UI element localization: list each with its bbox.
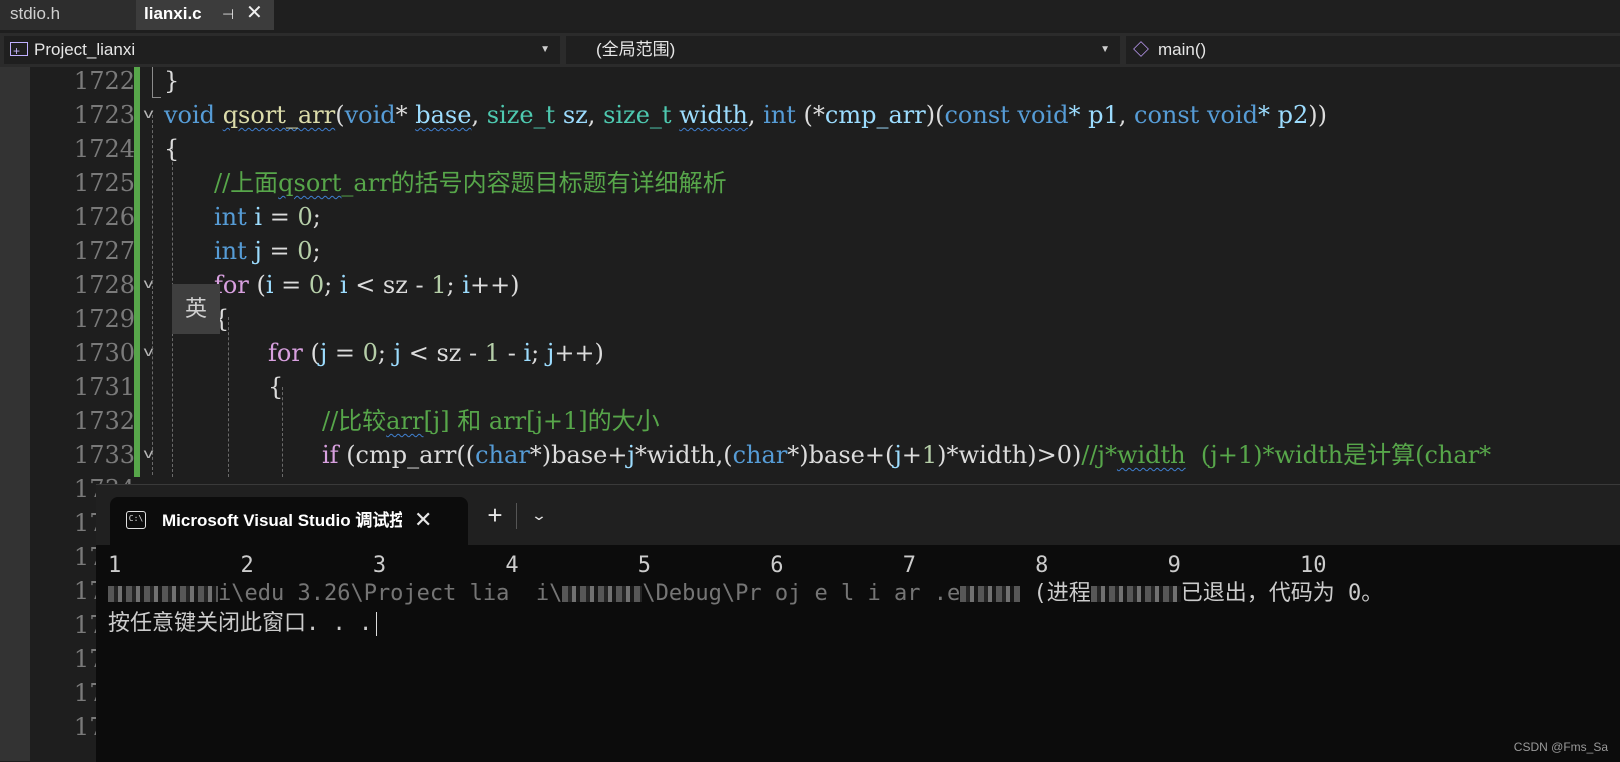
line-number: 1723 [73, 101, 135, 129]
tab-label: stdio.h [10, 4, 61, 23]
close-tab-icon[interactable]: ✕ [246, 0, 263, 27]
redacted-block [960, 586, 1021, 602]
console-output-line: 1 2 3 4 5 6 7 8 9 10 [108, 553, 1327, 578]
code-line-1722: } [164, 67, 180, 95]
debug-console-window[interactable]: C:\ Microsoft Visual Studio 调试控制台 ✕ + ⌄ … [96, 484, 1620, 762]
line-number: 1729 [73, 305, 135, 333]
code-line-1725: //上面qsort_arr的括号内容题目标题有详细解析 [214, 169, 727, 197]
project-dropdown[interactable]: Project_lianxi ▼ [4, 36, 560, 65]
chevron-down-icon[interactable]: ⌄ [518, 495, 560, 535]
chevron-down-icon: ▼ [1100, 44, 1110, 55]
pin-icon[interactable]: ⊣ [222, 0, 234, 28]
text-cursor [376, 612, 378, 636]
code-line-1733: if (cmp_arr((char*)base+j*width,(char*)b… [322, 441, 1492, 469]
line-number: 1722 [73, 67, 135, 95]
tab-label: lianxi.c [144, 4, 202, 23]
method-cube-icon [1133, 41, 1149, 57]
member-label: main() [1158, 40, 1207, 59]
code-line-1731: { [268, 373, 284, 401]
tab-lianxi-c[interactable]: lianxi.c ⊣ ✕ [136, 0, 274, 30]
line-number: 1727 [73, 237, 135, 265]
code-line-1730: for (j = 0; j < sz - 1 - i; j++) [268, 339, 604, 367]
redacted-block [1090, 586, 1181, 602]
terminal-tab-title: Microsoft Visual Studio 调试控制台 [162, 511, 402, 530]
scope-dropdown[interactable]: (全局范围) ▼ [566, 36, 1120, 64]
console-icon: C:\ [126, 511, 146, 529]
line-number: 1730 [73, 339, 135, 367]
navigation-bar: Project_lianxi ▼ (全局范围) ▼ main() [0, 33, 1620, 67]
redacted-block [108, 586, 218, 602]
code-line-1727: int j = 0; [214, 237, 321, 265]
new-tab-button[interactable]: + [480, 495, 510, 535]
ime-indicator: 英 [172, 284, 220, 334]
code-line-1723: void qsort_arr(void* base, size_t sz, si… [164, 101, 1328, 129]
editor-margin [0, 67, 30, 761]
line-number: 1725 [73, 169, 135, 197]
code-line-1728: for (i = 0; i < sz - 1; i++) [214, 271, 520, 299]
document-tab-strip: stdio.h lianxi.c ⊣ ✕ [0, 0, 1620, 30]
scope-label: (全局范围) [596, 40, 676, 59]
project-label: Project_lianxi [34, 40, 136, 59]
indent-guide [228, 317, 229, 477]
member-dropdown[interactable]: main() [1126, 36, 1620, 64]
redacted-block [562, 586, 643, 602]
code-line-1726: int i = 0; [214, 203, 321, 231]
terminal-tab-bar: C:\ Microsoft Visual Studio 调试控制台 ✕ + ⌄ [96, 485, 1620, 545]
tab-stdio-h[interactable]: stdio.h [0, 0, 136, 30]
console-output-line: i\edu 3.26\Project lia i\ \Debug\Pr oj e … [108, 579, 1383, 609]
code-line-1732: //比较arr[j] 和 arr[j+1]的大小 [322, 407, 660, 435]
close-icon[interactable]: ✕ [414, 497, 432, 543]
indent-guide [152, 115, 153, 475]
brace-match-marker [152, 67, 161, 98]
line-number: 1733 [73, 441, 135, 469]
terminal-tab[interactable]: C:\ Microsoft Visual Studio 调试控制台 ✕ [110, 497, 468, 545]
change-tracking-bar [134, 67, 140, 477]
watermark: CSDN @Fms_Sa [1513, 740, 1608, 754]
line-number: 1731 [73, 373, 135, 401]
console-output-line: 按任意键关闭此窗口. . . [108, 609, 378, 639]
code-line-1724: { [164, 135, 180, 163]
line-number: 1732 [73, 407, 135, 435]
chevron-down-icon: ▼ [540, 44, 550, 55]
project-icon [10, 37, 28, 65]
line-number: 1728 [73, 271, 135, 299]
separator [516, 503, 517, 529]
line-number: 1724 [73, 135, 135, 163]
line-number: 1726 [73, 203, 135, 231]
